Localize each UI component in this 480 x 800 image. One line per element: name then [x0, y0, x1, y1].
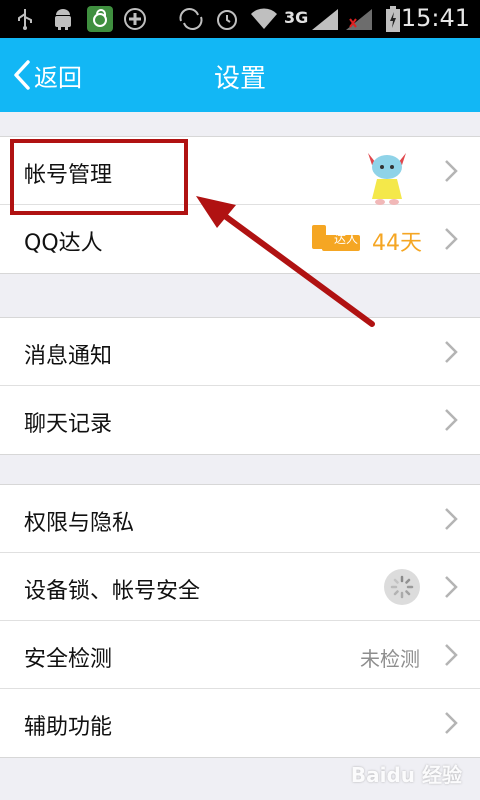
- annotation-arrow-icon: [196, 196, 375, 327]
- watermark: Baidu 经验: [350, 763, 462, 787]
